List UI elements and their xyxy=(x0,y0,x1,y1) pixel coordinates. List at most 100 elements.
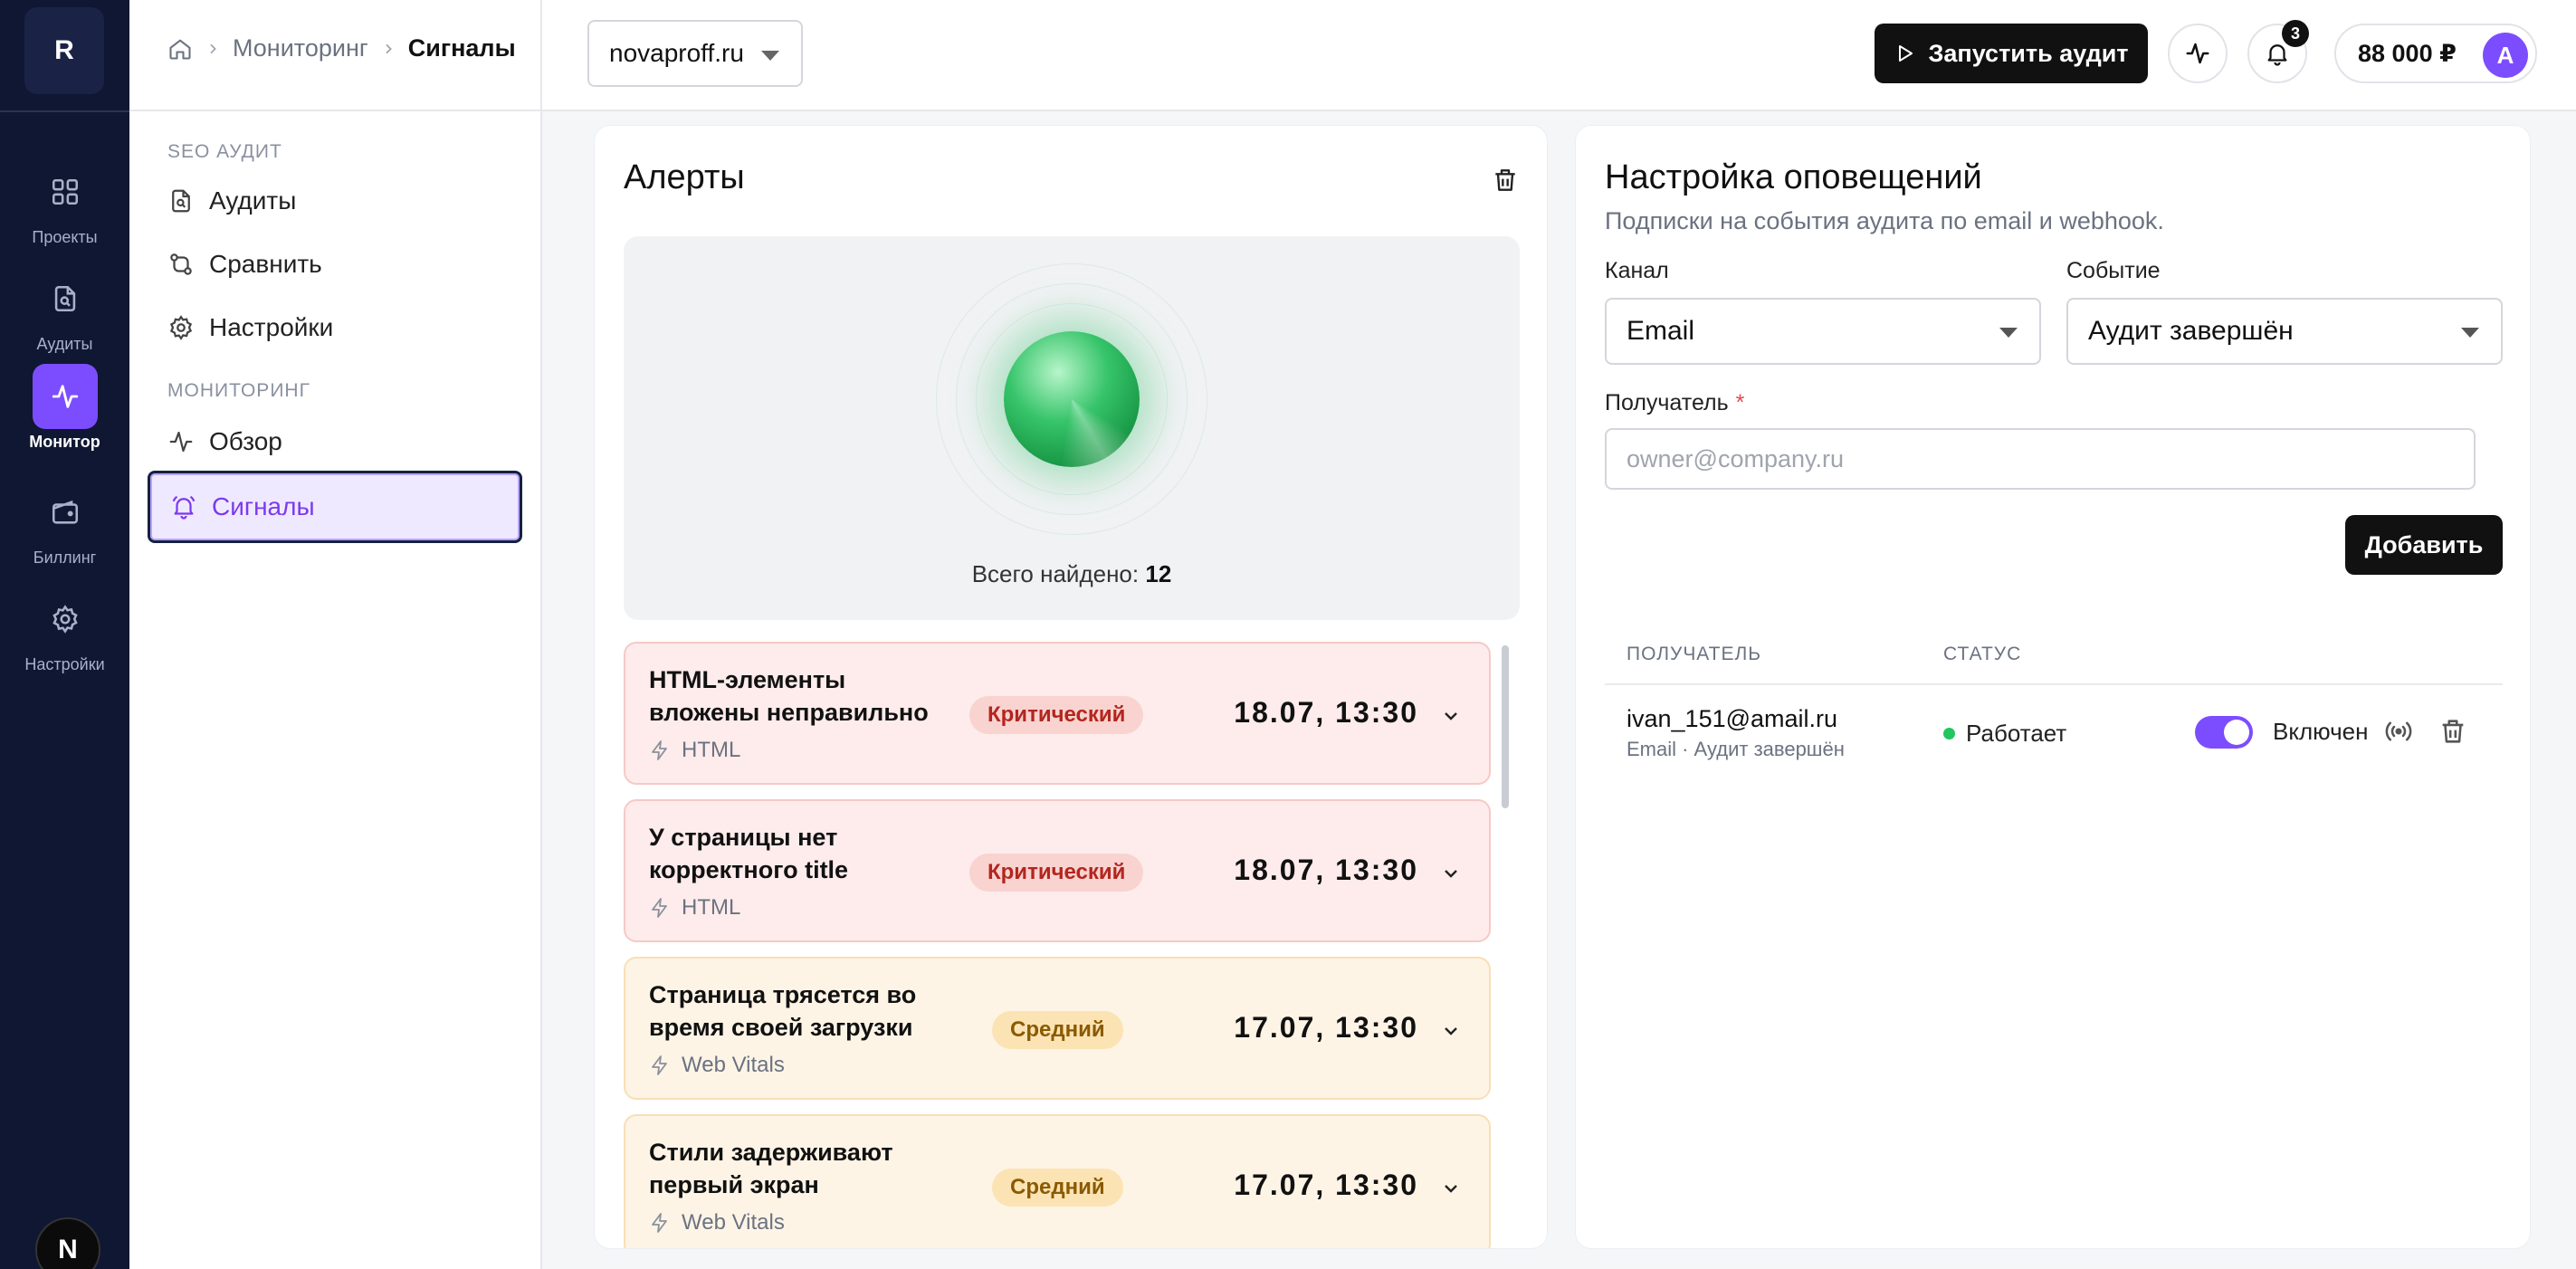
column-header-recipient: ПОЛУЧАТЕЛЬ xyxy=(1627,644,1762,664)
found-label: Всего найдено: xyxy=(971,560,1140,587)
status-dot xyxy=(1943,728,1955,739)
rail-item-billing[interactable]: Биллинг xyxy=(0,480,129,570)
avatar[interactable]: A xyxy=(2483,33,2528,78)
alert-title: HTML-элементы вложены неправильно xyxy=(649,666,929,726)
alert-title: У страницы нет корректного title xyxy=(649,824,849,883)
sidebar-item-label: Обзор xyxy=(209,427,282,455)
notifications-title: Настройка оповещений xyxy=(1605,158,1982,196)
trash-icon[interactable] xyxy=(1491,166,1520,195)
rail-label: Биллинг xyxy=(33,549,97,567)
app-badge[interactable]: N xyxy=(35,1217,100,1269)
scan-status-orb xyxy=(936,263,1207,535)
alert-item[interactable]: У страницы нет корректного title HTML Кр… xyxy=(624,799,1491,942)
recipient-meta: Email · Аудит завершён xyxy=(1627,738,1845,760)
alert-time: 18.07, 13:30 xyxy=(1234,854,1418,886)
chevron-down-icon[interactable] xyxy=(1440,705,1462,727)
recipient-label-text: Получатель xyxy=(1605,390,1729,415)
breadcrumb-monitoring[interactable]: Мониторинг xyxy=(233,34,368,62)
alert-title: Стили задерживают первый экран xyxy=(649,1139,893,1198)
channel-select-value: Email xyxy=(1627,316,1695,346)
caret-down-icon xyxy=(761,51,779,61)
gear-icon xyxy=(167,314,195,341)
event-select[interactable]: Аудит завершён xyxy=(2066,298,2503,365)
alert-item[interactable]: Стили задерживают первый экран Web Vital… xyxy=(624,1114,1491,1248)
bolt-icon xyxy=(649,739,671,761)
found-total: Всего найдено: 12 xyxy=(624,560,1520,588)
activity-button[interactable] xyxy=(2168,24,2228,83)
chevron-down-icon[interactable] xyxy=(1440,1020,1462,1042)
chevron-down-icon[interactable] xyxy=(1440,863,1462,884)
rail-item-audits[interactable]: Аудиты xyxy=(0,266,129,357)
play-icon xyxy=(1894,43,1915,64)
sidebar-header: Мониторинг Сигналы xyxy=(129,0,542,111)
severity-badge: Средний xyxy=(992,1011,1123,1049)
event-label: Событие xyxy=(2066,258,2161,283)
chevron-right-icon xyxy=(205,42,220,56)
activity-icon xyxy=(2184,40,2211,67)
rail-item-projects[interactable]: Проекты xyxy=(0,159,129,250)
run-audit-label: Запустить аудит xyxy=(1928,39,2129,67)
alert-item[interactable]: Страница трясется во время своей загрузк… xyxy=(624,957,1491,1100)
recipient-email-input[interactable] xyxy=(1605,428,2476,490)
section-seo-audit: SEO АУДИТ xyxy=(167,141,282,162)
notifications-settings-card: Настройка оповещений Подписки на события… xyxy=(1575,125,2531,1249)
alert-category-label: HTML xyxy=(682,738,741,762)
toggle-label: Включен xyxy=(2273,718,2369,745)
rail-label: Настройки xyxy=(24,655,105,673)
rail-item-settings[interactable]: Настройки xyxy=(0,587,129,677)
caret-down-icon xyxy=(1999,328,2018,338)
breadcrumb: Мониторинг Сигналы xyxy=(167,34,516,62)
activity-icon xyxy=(167,428,195,455)
gear-icon xyxy=(33,587,98,652)
breadcrumb-current: Сигналы xyxy=(407,34,516,62)
chevron-right-icon xyxy=(381,42,396,56)
wallet-icon xyxy=(33,480,98,545)
recipient-label: Получатель * xyxy=(1605,390,1744,416)
add-recipient-button[interactable]: Добавить xyxy=(2345,515,2503,575)
status-indicator: Работает xyxy=(1943,720,2066,748)
site-select[interactable]: novaproff.ru xyxy=(587,20,803,87)
channel-label: Канал xyxy=(1605,258,1669,283)
rail-label: Аудиты xyxy=(36,335,93,353)
rail-label: Монитор xyxy=(29,433,100,451)
run-audit-button[interactable]: Запустить аудит xyxy=(1875,24,2148,83)
grid-icon xyxy=(33,159,98,224)
sidebar-item-overview[interactable]: Обзор xyxy=(148,411,522,472)
broadcast-test-icon[interactable] xyxy=(2383,716,2414,747)
alert-list: HTML-элементы вложены неправильно HTML К… xyxy=(624,642,1498,1248)
chevron-down-icon[interactable] xyxy=(1440,1178,1462,1199)
sidebar-item-compare[interactable]: Сравнить xyxy=(148,234,522,295)
alert-list-scrollbar[interactable] xyxy=(1502,645,1509,808)
column-header-status: СТАТУС xyxy=(1943,644,2022,664)
alert-title: Страница трясется во время своей загрузк… xyxy=(649,981,917,1041)
trash-icon[interactable] xyxy=(2438,716,2468,747)
site-select-value: novaproff.ru xyxy=(609,39,744,67)
sidebar-item-signals[interactable]: Сигналы xyxy=(148,471,522,543)
channel-select[interactable]: Email xyxy=(1605,298,2041,365)
sidebar-item-audits[interactable]: Аудиты xyxy=(148,170,522,232)
alert-item[interactable]: HTML-элементы вложены неправильно HTML К… xyxy=(624,642,1491,785)
scan-summary: Всего найдено: 12 xyxy=(624,236,1520,620)
status-text: Работает xyxy=(1966,720,2067,747)
sidebar: Мониторинг Сигналы SEO АУДИТ Аудиты Срав… xyxy=(129,0,542,1269)
notifications-button[interactable]: 3 xyxy=(2247,20,2309,83)
sidebar-item-label: Настройки xyxy=(209,313,334,341)
sidebar-item-settings[interactable]: Настройки xyxy=(148,297,522,358)
file-search-icon xyxy=(33,266,98,331)
notifications-count-badge: 3 xyxy=(2282,20,2309,47)
top-bar: novaproff.ru Запустить аудит 3 88 000 ₽ … xyxy=(542,0,2576,111)
workspace-logo[interactable]: R xyxy=(24,7,104,94)
alert-time: 17.07, 13:30 xyxy=(1234,1011,1418,1044)
event-select-value: Аудит завершён xyxy=(2088,316,2294,346)
balance-button[interactable]: 88 000 ₽ A xyxy=(2334,24,2537,83)
found-count: 12 xyxy=(1145,560,1172,587)
alert-category: Web Vitals xyxy=(649,1210,785,1236)
enabled-toggle[interactable] xyxy=(2195,716,2253,749)
home-icon[interactable] xyxy=(167,36,193,62)
rail-label: Проекты xyxy=(32,228,98,246)
rail-item-monitor[interactable]: Монитор xyxy=(0,364,129,454)
sidebar-item-label: Сравнить xyxy=(209,250,322,278)
alert-category: HTML xyxy=(649,738,740,763)
bell-ring-icon xyxy=(170,493,197,520)
alert-category: HTML xyxy=(649,895,740,921)
